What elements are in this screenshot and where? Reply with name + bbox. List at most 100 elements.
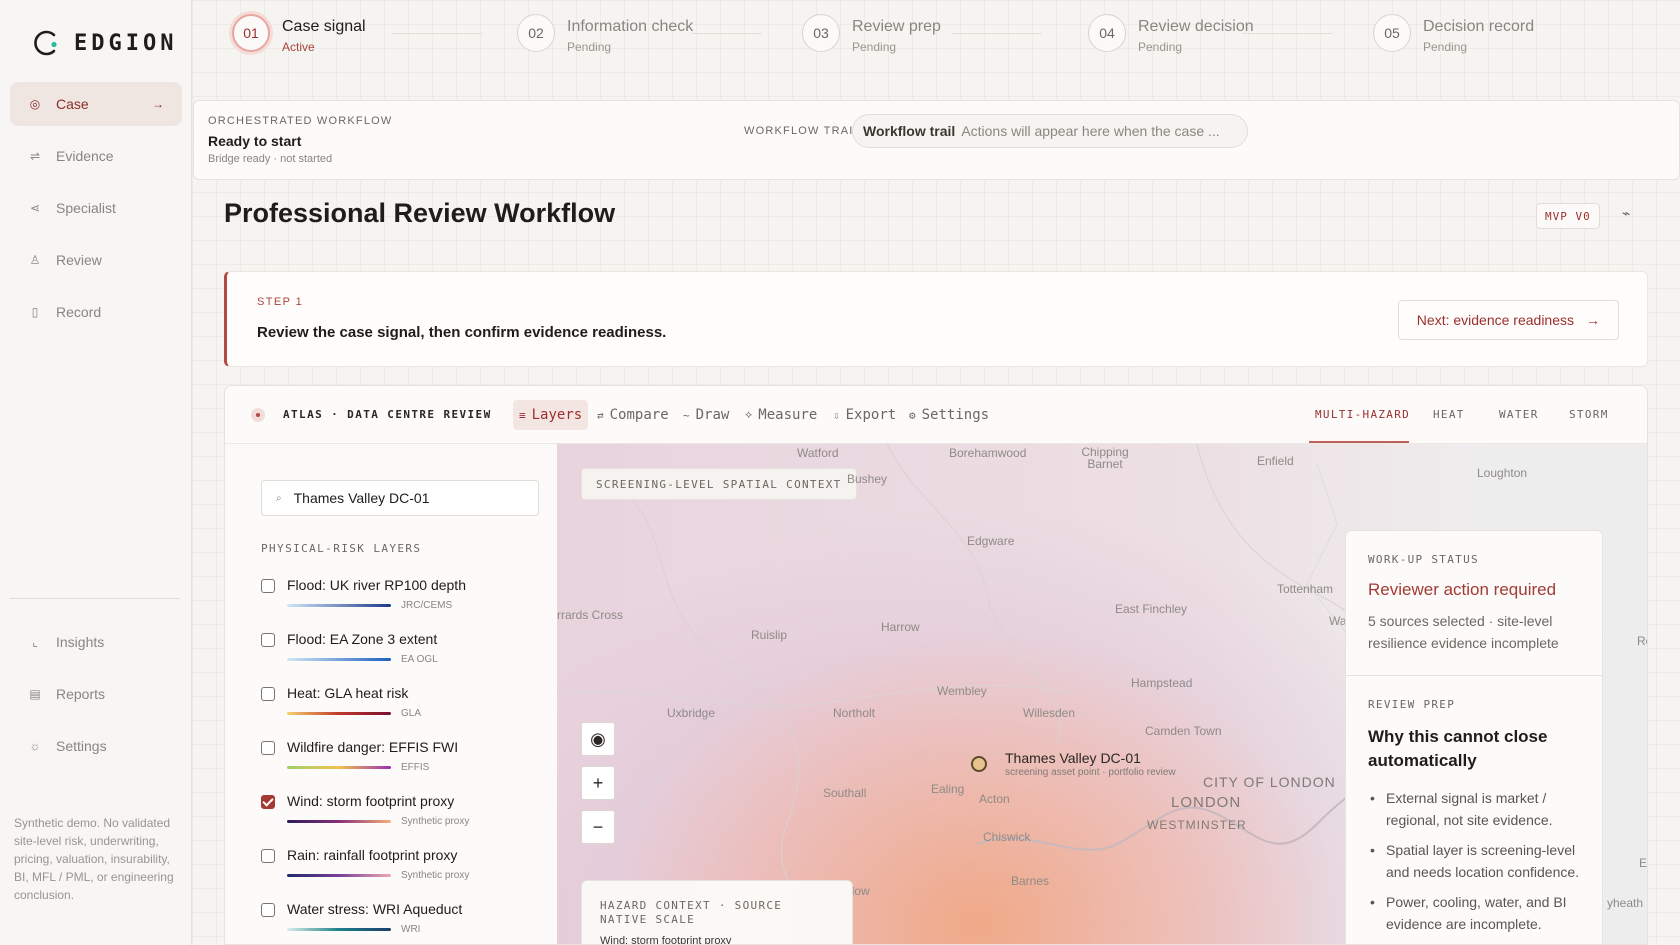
layer-name: Flood: UK river RP100 depth [287, 577, 466, 593]
layer-item[interactable]: Wind: storm footprint proxy Synthetic pr… [261, 792, 551, 836]
step-decision-record[interactable]: 05 Decision record Pending [1373, 14, 1534, 54]
trail-pill-title: Workflow trail [863, 123, 956, 139]
plus-icon: + [592, 772, 604, 793]
workflow-stepper: 01 Case signal Active 02 Information che… [232, 14, 1632, 70]
color-ramp [287, 820, 391, 823]
map-place-label: Enfield [1257, 454, 1294, 468]
map-place-label: Borehamwood [949, 446, 1027, 460]
layer-checkbox[interactable] [261, 741, 275, 755]
disclaimer-note: Synthetic demo. No validated site-level … [14, 816, 174, 902]
nav-item-label: Insights [56, 634, 105, 650]
file-icon: ▯ [31, 305, 39, 319]
map-place-label: Southall [823, 786, 867, 800]
nav-item-reports[interactable]: ▤ Reports [10, 672, 182, 716]
tool-settings[interactable]: ⚙ Settings [903, 400, 995, 430]
zoom-in-button[interactable]: + [581, 766, 615, 800]
tool-draw[interactable]: ~ Draw [677, 400, 735, 430]
layer-checkbox[interactable] [261, 903, 275, 917]
hazard-tab-storm[interactable]: STORM [1569, 408, 1609, 421]
layer-checkbox[interactable] [261, 849, 275, 863]
record-dot-icon [251, 408, 265, 422]
step-case-signal[interactable]: 01 Case signal Active [232, 14, 366, 54]
step-connector [1242, 33, 1332, 34]
layer-source: GLA [401, 708, 422, 719]
color-ramp [287, 604, 391, 607]
hazard-tab-multi-hazard[interactable]: MULTI-HAZARD [1315, 408, 1410, 421]
step-number: 04 [1088, 14, 1126, 52]
layer-checkbox[interactable] [261, 579, 275, 593]
pulse-icon[interactable]: ⌁ [1622, 205, 1630, 222]
site-search-input[interactable]: ⌕ Thames Valley DC-01 [261, 480, 539, 516]
locate-button[interactable]: ◉ [581, 722, 615, 756]
prep-reasons-list: External signal is market / regional, no… [1368, 787, 1580, 935]
status-text: 5 sources selected · site-level resilien… [1368, 613, 1559, 651]
gear-icon: ☼ [29, 739, 41, 753]
step-status: Pending [567, 40, 612, 54]
layer-item[interactable]: Flood: UK river RP100 depth JRC/CEMS [261, 576, 551, 620]
map-place-label: Watford [797, 446, 839, 460]
step-number: 05 [1373, 14, 1411, 52]
nav-item-settings[interactable]: ☼ Settings [10, 724, 182, 768]
layer-checkbox-checked[interactable] [261, 795, 275, 809]
workflow-trail-label: WORKFLOW TRAIL [744, 125, 861, 137]
nav-item-label: Settings [56, 738, 107, 754]
map-place-label: Chipping Barnet [1081, 445, 1129, 471]
layer-checkbox[interactable] [261, 687, 275, 701]
layers-panel: ⌕ Thames Valley DC-01 PHYSICAL-RISK LAYE… [243, 462, 539, 944]
layer-item[interactable]: Flood: EA Zone 3 extent EA OGL [261, 630, 551, 674]
measure-icon: ⟡ [745, 408, 753, 421]
prep-eyebrow: REVIEW PREP [1368, 698, 1456, 711]
layer-name: Heat: GLA heat risk [287, 685, 409, 701]
pin-title: Thames Valley DC-01 [1005, 750, 1141, 766]
workflow-trail-pill[interactable]: Workflow trail Actions will appear here … [852, 114, 1248, 148]
step-status: Pending [1423, 40, 1468, 54]
nav-item-record[interactable]: ▯ Record [10, 290, 182, 334]
step-status: Pending [852, 40, 897, 54]
step-title: Information check [567, 18, 694, 35]
next-evidence-readiness-button[interactable]: Next: evidence readiness → [1397, 300, 1619, 340]
step-information-check[interactable]: 02 Information check Pending [517, 14, 693, 54]
tool-layers[interactable]: ≡ Layers [513, 400, 589, 430]
share-icon: ⋖ [29, 201, 41, 215]
nav-item-label: Specialist [56, 200, 116, 216]
nav-item-insights[interactable]: ⌞ Insights [10, 620, 182, 664]
nav-item-label: Evidence [56, 148, 114, 164]
map-place-label: LONDON [1171, 794, 1242, 811]
target-icon: ◎ [29, 97, 41, 111]
hazard-tab-heat[interactable]: HEAT [1433, 408, 1465, 421]
active-tab-underline [1309, 441, 1409, 443]
layer-item[interactable]: Wildfire danger: EFFIS FWI EFFIS [261, 738, 551, 782]
tool-label: Draw [695, 407, 730, 423]
layer-name: Water stress: WRI Aqueduct [287, 901, 463, 917]
zoom-out-button[interactable]: − [581, 810, 615, 844]
asset-location-pin[interactable] [971, 756, 987, 772]
tool-measure[interactable]: ⟡ Measure [739, 400, 823, 430]
step-review-prep[interactable]: 03 Review prep Pending [802, 14, 941, 54]
map-place-label: rrards Cross [557, 608, 624, 622]
review-prep-card: REVIEW PREP Why this cannot close automa… [1345, 676, 1603, 944]
nav-item-evidence[interactable]: ⇌ Evidence [10, 134, 182, 178]
tool-label: Layers [531, 407, 583, 423]
brand-name: EDGION [74, 30, 178, 56]
color-ramp [287, 766, 391, 769]
layer-item[interactable]: Water stress: WRI Aqueduct WRI [261, 900, 551, 944]
layer-checkbox[interactable] [261, 633, 275, 647]
step-connector [392, 33, 482, 34]
nav-item-review[interactable]: ♙ Review [10, 238, 182, 282]
nav-item-specialist[interactable]: ⋖ Specialist [10, 186, 182, 230]
nav-item-case[interactable]: ◎ Case → [10, 82, 182, 126]
atlas-title: ATLAS · DATA CENTRE REVIEW [283, 408, 492, 421]
brand-logo[interactable]: EDGION [32, 28, 177, 58]
layer-item[interactable]: Rain: rainfall footprint proxy Synthetic… [261, 846, 551, 890]
orchestration-eyebrow: ORCHESTRATED WORKFLOW [208, 115, 393, 127]
sliders-icon: ⇌ [29, 149, 41, 163]
nav-item-label: Review [56, 252, 102, 268]
tool-compare[interactable]: ⇄ Compare [591, 400, 675, 430]
layer-source: EA OGL [401, 654, 438, 665]
tool-export[interactable]: ⇩ Export [827, 400, 902, 430]
step-review-decision[interactable]: 04 Review decision Pending [1088, 14, 1254, 54]
map-place-label: Ruislip [751, 628, 788, 642]
layer-item[interactable]: Heat: GLA heat risk GLA [261, 684, 551, 728]
hazard-tab-water[interactable]: WATER [1499, 408, 1539, 421]
chart-icon: ⌞ [32, 635, 38, 649]
